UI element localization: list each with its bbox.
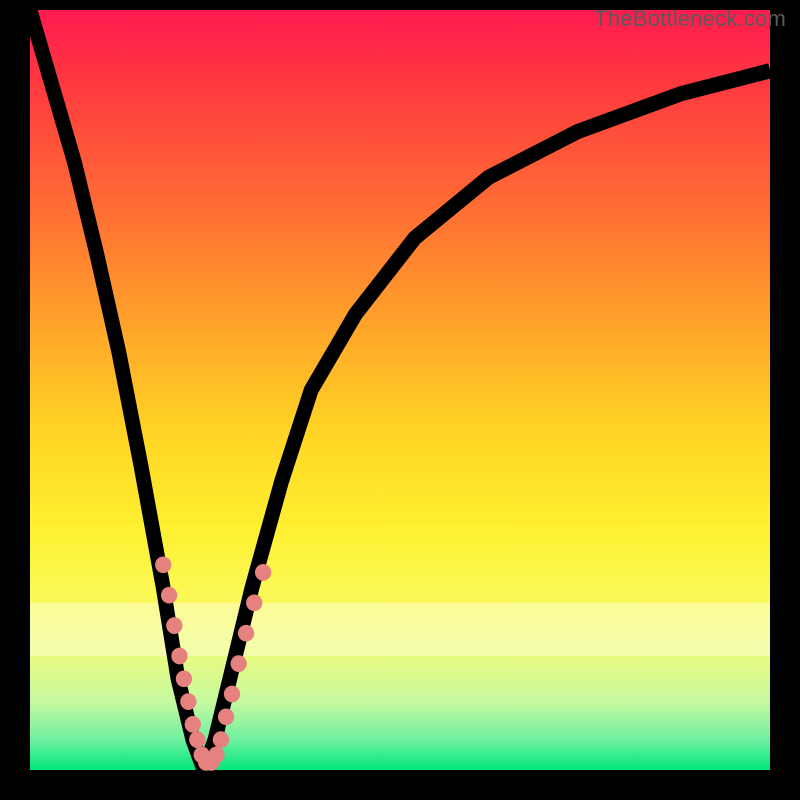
data-marker bbox=[180, 693, 196, 710]
data-marker bbox=[218, 708, 234, 725]
data-marker bbox=[171, 648, 187, 665]
data-marker bbox=[246, 594, 262, 611]
data-marker bbox=[176, 670, 192, 687]
data-marker bbox=[208, 746, 224, 763]
data-marker bbox=[231, 655, 247, 672]
data-marker bbox=[185, 716, 201, 733]
data-marker bbox=[189, 731, 205, 748]
data-marker bbox=[166, 617, 182, 634]
data-marker bbox=[213, 731, 229, 748]
data-marker bbox=[238, 625, 254, 642]
data-marker bbox=[161, 587, 177, 604]
data-marker bbox=[255, 564, 271, 581]
bottleneck-curve-svg bbox=[30, 10, 770, 770]
data-marker bbox=[155, 556, 171, 573]
bottleneck-curve bbox=[30, 10, 770, 770]
data-marker bbox=[224, 686, 240, 703]
chart-frame bbox=[30, 10, 770, 770]
